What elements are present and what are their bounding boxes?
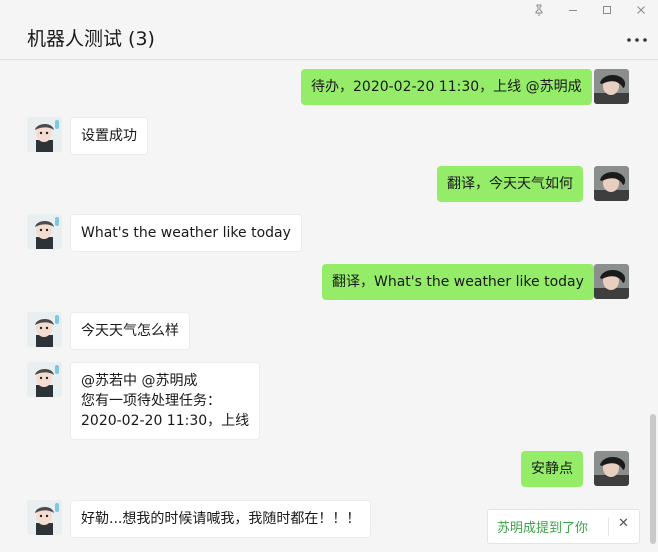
message-bubble-bot-task[interactable]: @苏若中 @苏明成 您有一项待处理任务： 2020-02-20 11:30，上线 <box>70 362 261 440</box>
close-icon[interactable] <box>632 4 650 20</box>
maximize-icon[interactable] <box>598 4 616 20</box>
message-line: 2020-02-20 11:30，上线 <box>81 413 250 429</box>
chat-title: 机器人测试 (3) <box>27 28 155 50</box>
message-bubble-bot[interactable]: 今天天气怎么样 <box>70 312 190 350</box>
minimize-icon[interactable] <box>564 4 582 20</box>
message-bubble-bot[interactable]: 设置成功 <box>70 117 148 155</box>
self-avatar[interactable] <box>594 166 629 201</box>
bot-avatar[interactable] <box>27 362 62 397</box>
message-bubble-self[interactable]: 安静点 <box>521 451 583 487</box>
mention-close-button[interactable]: ✕ <box>618 516 629 531</box>
message-bubble-self[interactable]: 待办，2020-02-20 11:30，上线 @苏明成 <box>301 69 592 105</box>
bot-avatar[interactable] <box>27 500 62 535</box>
mention-text[interactable]: 苏明成提到了你 <box>497 517 588 536</box>
mention-notification[interactable]: 苏明成提到了你 ✕ <box>487 509 640 544</box>
bot-avatar[interactable] <box>27 312 62 347</box>
message-bubble-self[interactable]: 翻译，What's the weather like today <box>322 264 594 300</box>
message-bubble-self[interactable]: 翻译，今天天气如何 <box>437 166 583 202</box>
bot-avatar[interactable] <box>27 117 62 152</box>
self-avatar[interactable] <box>594 264 629 299</box>
self-avatar[interactable] <box>594 451 629 486</box>
chat-scrollbar[interactable] <box>650 414 656 544</box>
message-bubble-bot[interactable]: 好勒...想我的时候请喊我，我随时都在！！！ <box>70 500 372 538</box>
more-icon[interactable] <box>626 26 648 46</box>
message-line: 您有一项待处理任务： <box>81 393 221 409</box>
chat-title-bar: 机器人测试 (3) <box>0 0 658 60</box>
bot-avatar[interactable] <box>27 214 62 249</box>
self-avatar[interactable] <box>594 69 629 104</box>
toast-divider <box>608 518 609 536</box>
pin-icon[interactable] <box>530 4 548 20</box>
message-list[interactable]: 待办，2020-02-20 11:30，上线 @苏明成 设置成功 翻译，今天天气… <box>0 61 658 552</box>
message-line: @苏若中 @苏明成 <box>81 373 198 389</box>
message-bubble-bot[interactable]: What's the weather like today <box>70 214 302 252</box>
